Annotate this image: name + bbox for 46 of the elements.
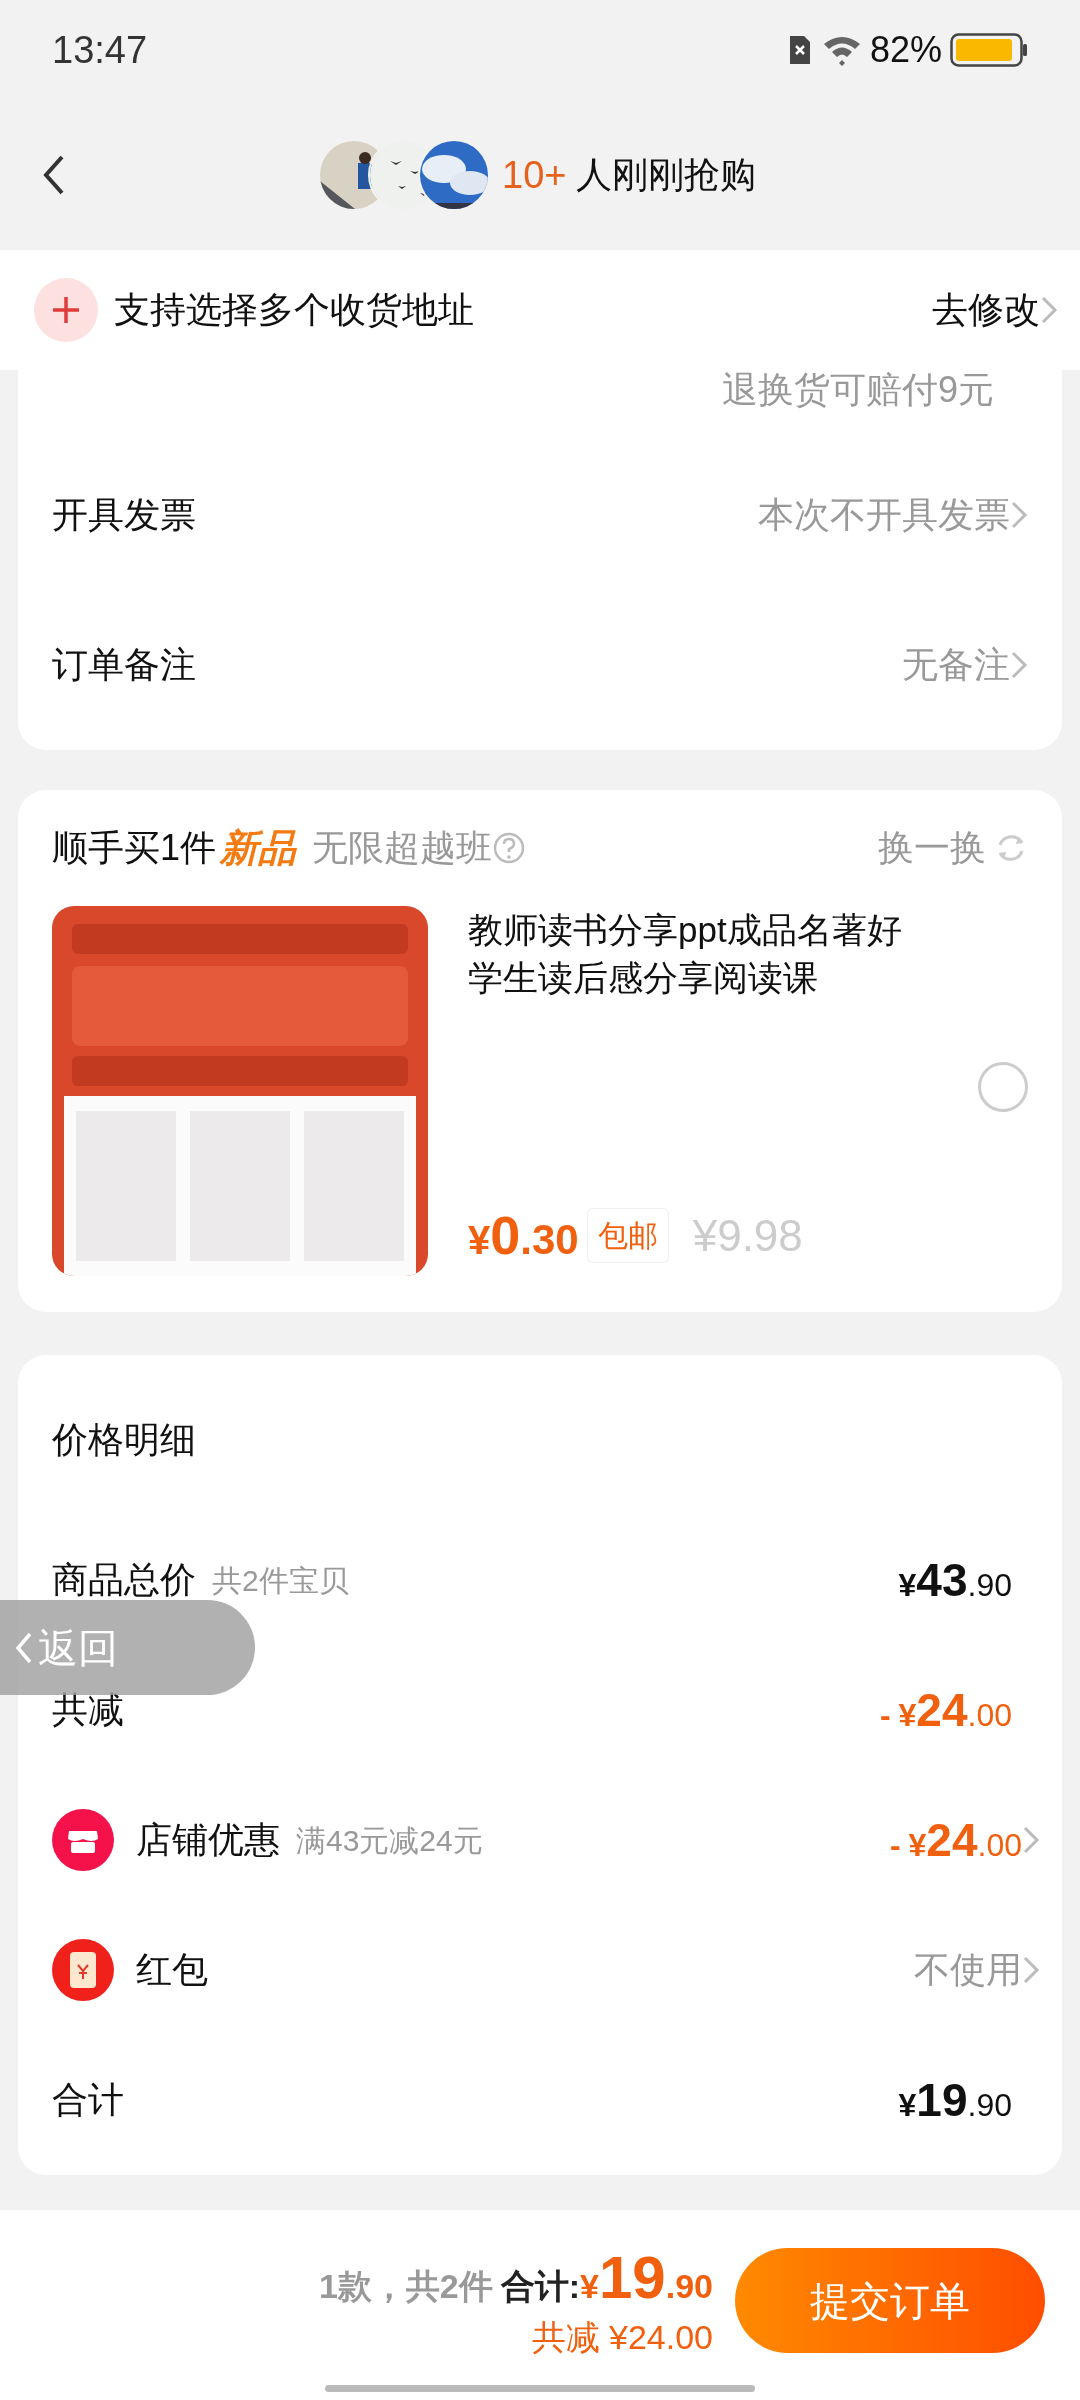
help-icon (492, 831, 527, 865)
total-price: ¥19.90 (580, 2248, 713, 2312)
buyer-count: 10+ (502, 152, 567, 198)
option-value[interactable]: 无备注 (902, 638, 1010, 692)
saved-amount: 共减 ¥24.00 (531, 2317, 713, 2358)
plus-icon (51, 295, 81, 325)
swap-link[interactable]: 换一换 (878, 821, 986, 875)
price-amount: - ¥24.00 (889, 1812, 1022, 1868)
envelope-icon (52, 1939, 114, 2001)
clock-time: 13:47 (52, 27, 148, 73)
price-value[interactable]: 不使用 (914, 1943, 1022, 1997)
item-count: 1款，共2件 (318, 2266, 493, 2307)
address-hint: 支持选择多个收货地址 (114, 288, 474, 332)
product-price: ¥0.30 (468, 1204, 579, 1267)
new-tag: 新品 (220, 819, 297, 877)
price-label: 店铺优惠 (136, 1818, 280, 1862)
price-amount: ¥43.90 (898, 1552, 1012, 1608)
price-amount: ¥19.90 (898, 2072, 1012, 2128)
price-label: 商品总价 (52, 1558, 196, 1602)
chevron-icon (1010, 650, 1028, 680)
battery-percentage: 82% (869, 28, 942, 72)
chevron-icon (1040, 295, 1058, 325)
modify-link[interactable]: 去修改 (932, 283, 1040, 337)
shop-icon (52, 1809, 114, 1871)
option-label: 订单备注 (52, 643, 196, 687)
add-on-title: 顺手买1件 (52, 826, 217, 870)
price-label: 合计 (52, 2078, 124, 2122)
price-amount: - ¥24.00 (879, 1682, 1012, 1738)
chevron-icon (1010, 500, 1028, 530)
price-label: 红包 (136, 1948, 208, 1992)
option-value[interactable]: 本次不开具发票 (758, 488, 1010, 542)
total-label: 合计: (500, 2266, 581, 2307)
add-on-subtitle: 无限超越班 (312, 826, 493, 870)
price-details-title: 价格明细 (52, 1418, 196, 1462)
price-note: 满43元减24元 (296, 1822, 483, 1859)
option-label: 开具发票 (52, 493, 196, 537)
submit-order-button[interactable]: 提交订单 (735, 2248, 1045, 2353)
back-button[interactable]: 返回 (0, 1600, 255, 1695)
back-icon (14, 1630, 34, 1665)
free-shipping-tag: 包邮 (586, 1208, 669, 1263)
product-title[interactable]: 教师读书分享ppt成品名著好学生读后感分享阅读课 (468, 906, 913, 1002)
battery-icon (950, 33, 1028, 67)
price-note: 共2件宝贝 (212, 1562, 349, 1599)
buyer-text: 人刚刚抢购 (576, 153, 757, 197)
select-radio[interactable] (978, 1062, 1028, 1112)
return-compensation-text: 退换货可赔付9元 (721, 370, 994, 412)
